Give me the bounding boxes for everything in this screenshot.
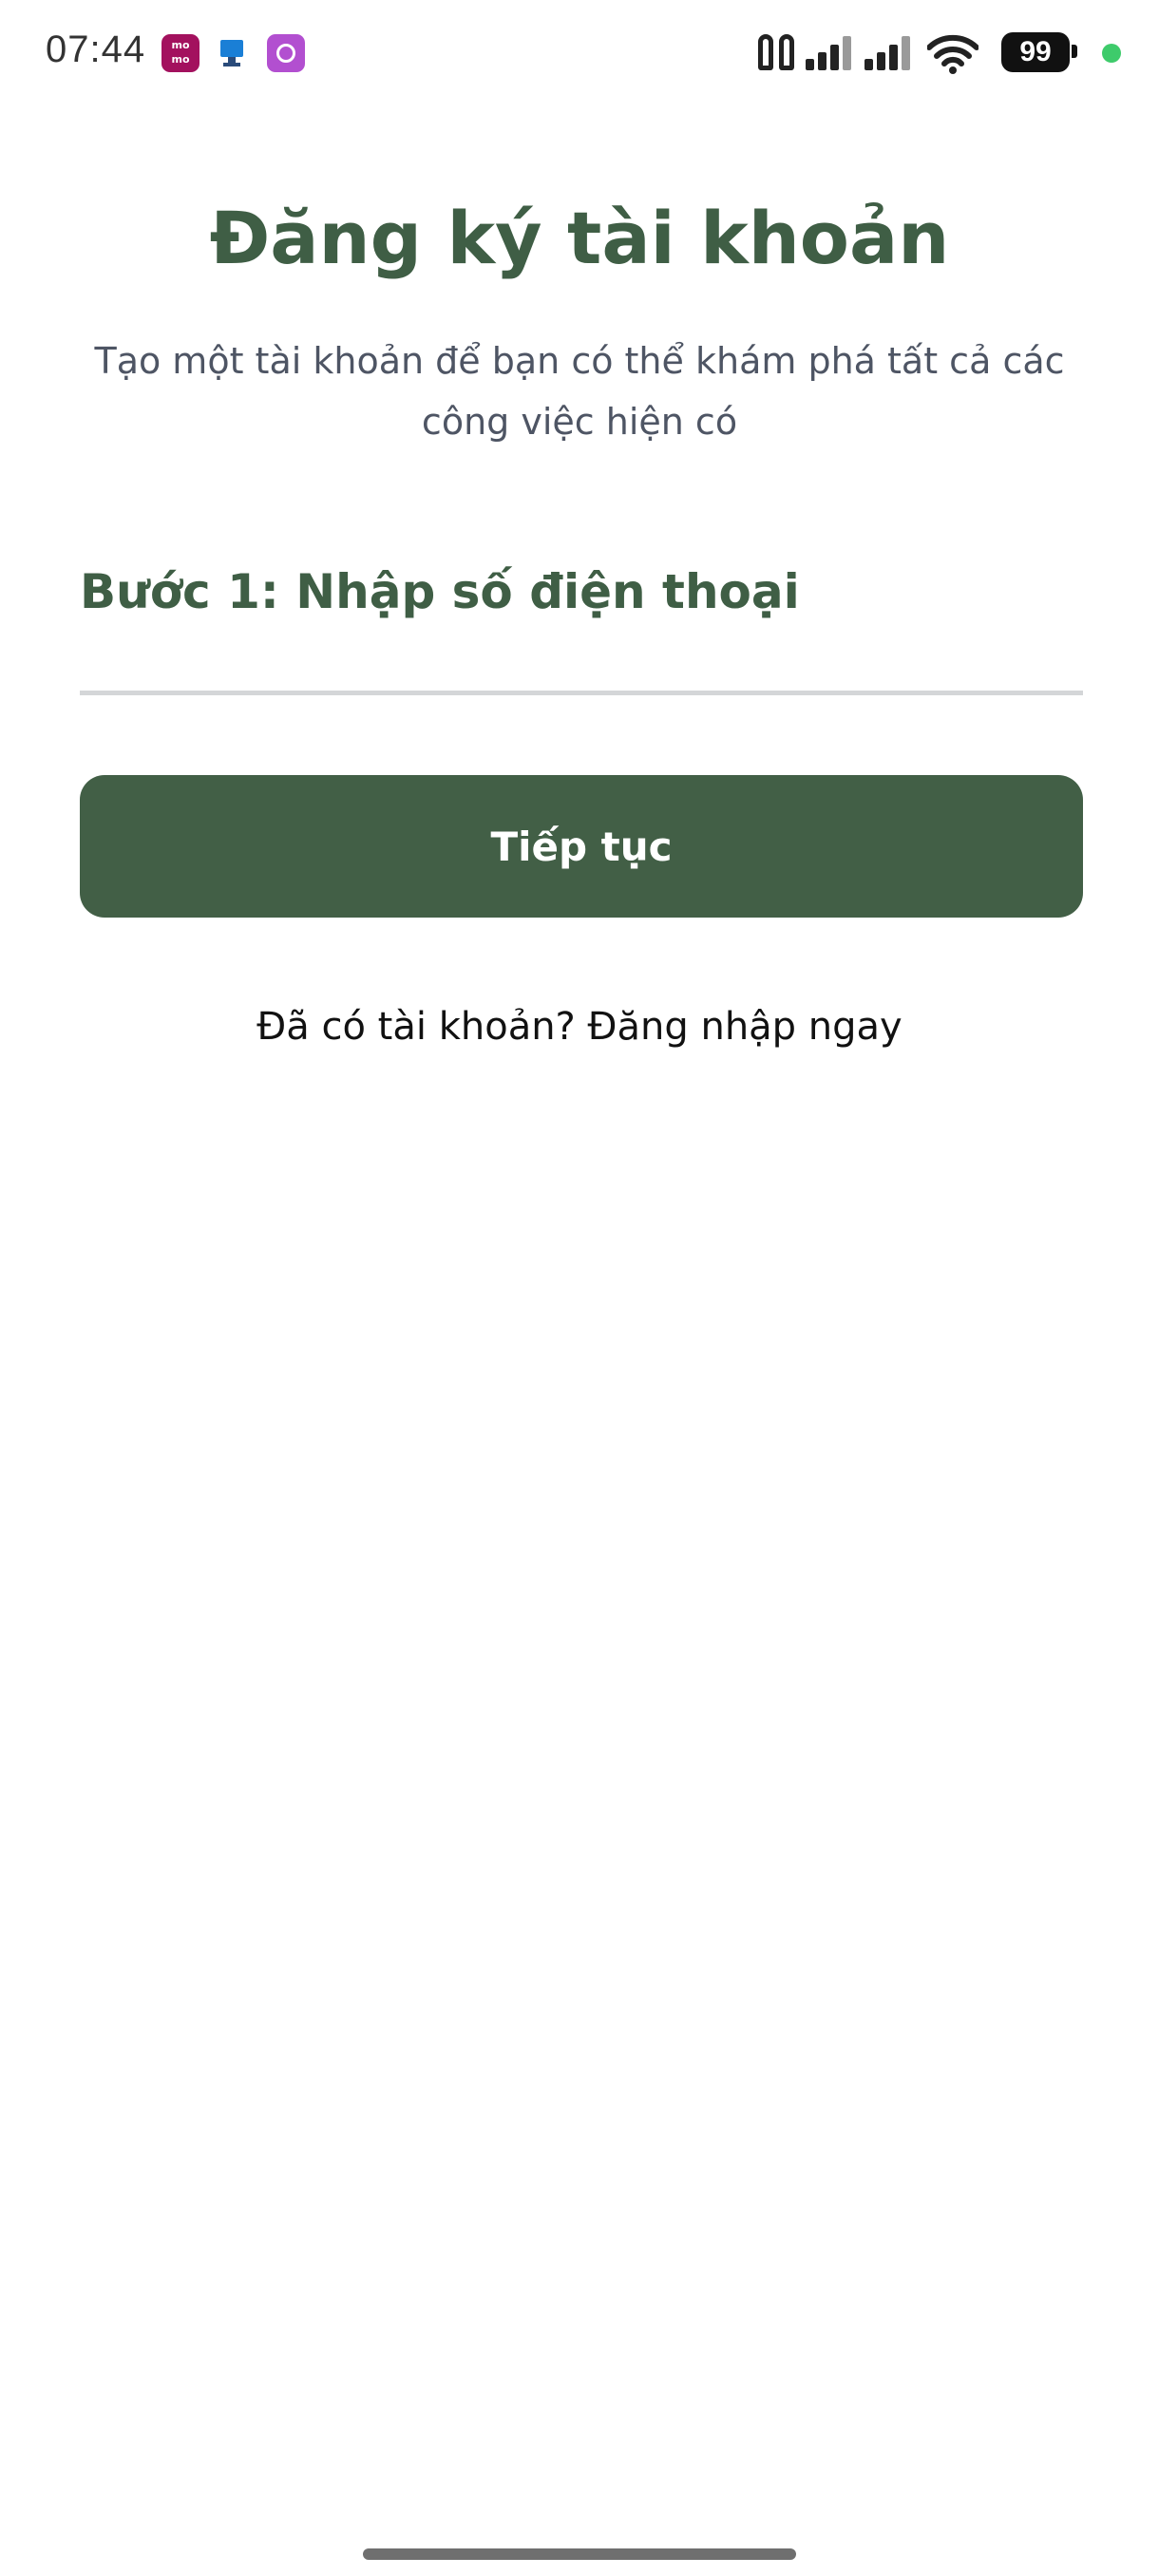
privacy-indicator-dot — [1102, 44, 1121, 63]
continue-button[interactable]: Tiếp tục — [80, 775, 1083, 918]
wifi-icon — [926, 34, 979, 74]
battery-tip — [1072, 45, 1077, 58]
status-bar: 07:44 mo mo 99 — [0, 0, 1159, 106]
register-screen: 07:44 mo mo 99 Đăng ký tài khoản Tạo một… — [0, 0, 1159, 2576]
step-label: Bước 1: Nhập số điện thoại — [80, 564, 800, 619]
phone-number-input[interactable] — [80, 617, 1083, 695]
page-subtitle: Tạo một tài khoản để bạn có thể khám phá… — [94, 340, 1065, 443]
status-time: 07:44 — [46, 28, 146, 70]
home-indicator[interactable] — [363, 2548, 796, 2560]
system-icons: 99 — [551, 28, 1121, 78]
momo-icon: mo mo — [162, 34, 200, 72]
battery-icon: 99 — [1001, 32, 1070, 72]
signal-sim2-icon — [864, 36, 916, 70]
monitor-icon — [215, 36, 249, 70]
signal-sim1-icon — [806, 36, 857, 70]
login-link[interactable]: Đã có tài khoản? Đăng nhập ngay — [0, 1005, 1159, 1049]
circle-app-icon — [267, 34, 305, 72]
earbuds-icon — [756, 34, 798, 72]
page-title: Đăng ký tài khoản — [209, 196, 950, 280]
